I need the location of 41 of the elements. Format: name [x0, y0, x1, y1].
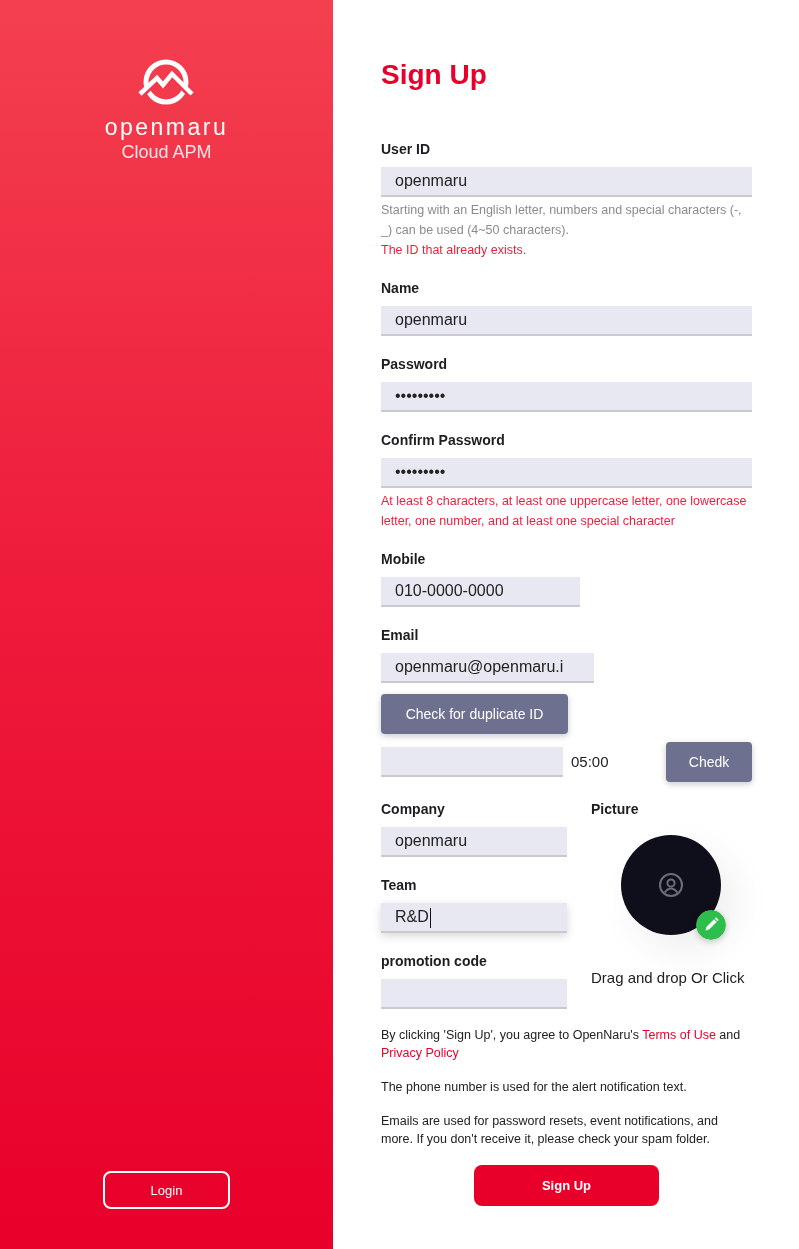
text-link[interactable]: Privacy Policy — [381, 1046, 459, 1060]
error-text: The ID that already exists. — [381, 242, 528, 259]
login-button[interactable]: Login — [103, 1171, 230, 1209]
password-field[interactable]: ••••••••• — [381, 458, 752, 488]
field-label: Picture — [591, 800, 639, 819]
input-field[interactable]: openmaru@openmaru.i — [381, 653, 594, 683]
notice-text: By clicking 'Sign Up', you agree to OpenNaru's Terms of Use and Privacy Policy — [381, 1027, 742, 1062]
notice-text: Emails are used for password resets, event notifications, and more. If you don't receive it, please check your spam folder. — [381, 1113, 719, 1148]
input-field[interactable]: 010-0000-0000 — [381, 577, 580, 607]
input-field[interactable] — [381, 747, 563, 777]
text-cursor — [429, 907, 431, 928]
input-field[interactable]: openmaru — [381, 827, 567, 857]
sign-up-button[interactable]: Sign Up — [474, 1165, 659, 1206]
field-label: Password — [381, 355, 449, 374]
brand-wordmark: openmaru — [104, 113, 229, 141]
field-label: Confirm Password — [381, 431, 506, 450]
input-field[interactable]: R&D — [381, 903, 567, 933]
field-label: Name — [381, 279, 421, 298]
page-title: Sign Up — [381, 58, 488, 92]
field-label: User ID — [381, 140, 432, 159]
upload-hint: Drag and drop Or Click — [591, 968, 745, 988]
notice-text: The phone number is used for the alert notification text. — [381, 1079, 688, 1096]
field-label: Email — [381, 626, 420, 645]
field-label: promotion code — [381, 952, 488, 971]
field-label: Team — [381, 876, 418, 895]
logo-icon — [138, 57, 195, 107]
countdown-timer: 05:00 — [571, 752, 609, 772]
password-field[interactable]: ••••••••• — [381, 382, 752, 412]
input-field[interactable] — [381, 979, 567, 1009]
person-icon — [659, 873, 683, 897]
field-label: Mobile — [381, 550, 427, 569]
input-field[interactable]: openmaru — [381, 306, 752, 336]
hint-text: Starting with an English letter, numbers and special characters (-, _) can be used (4~50 characters). — [381, 202, 743, 239]
text-link[interactable]: Terms of Use — [642, 1028, 716, 1042]
verify-button[interactable]: Chedk — [666, 742, 752, 782]
input-field[interactable]: openmaru — [381, 167, 752, 197]
duplicate-check-button[interactable]: Check for duplicate ID — [381, 694, 568, 734]
pencil-icon[interactable] — [696, 910, 726, 940]
error-text: At least 8 characters, at least one uppercase letter, one lowercase letter, one number, and at least one special character — [381, 493, 748, 530]
product-name: Cloud APM — [121, 141, 212, 163]
field-label: Company — [381, 800, 446, 819]
